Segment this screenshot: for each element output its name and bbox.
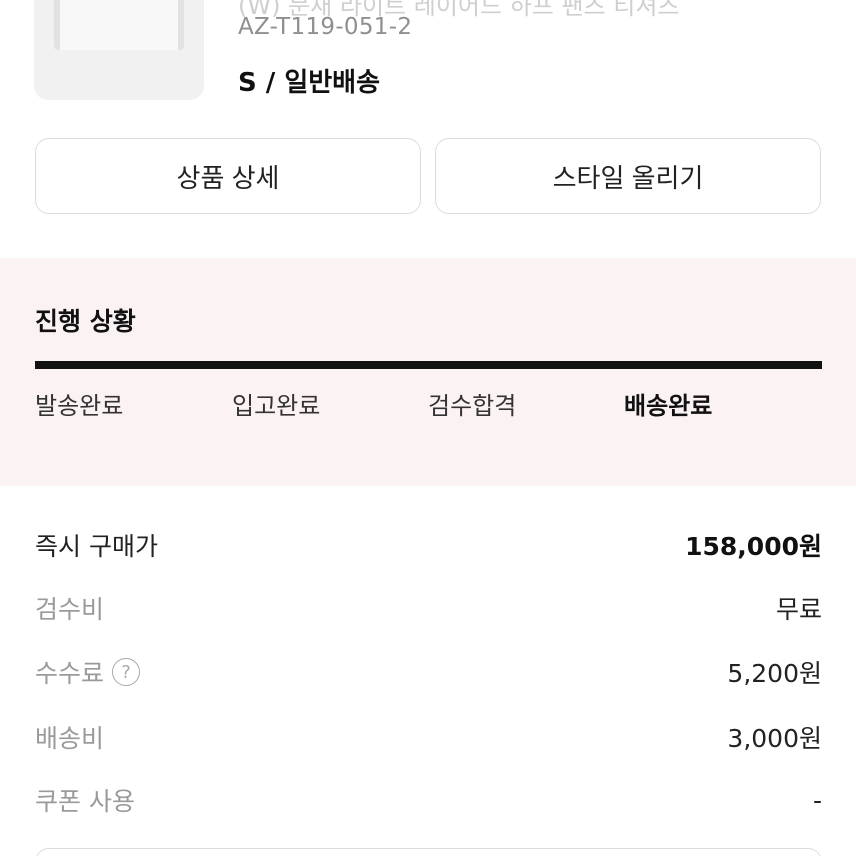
shipping-fee-row: 배송비 3,000원 [35,717,822,757]
step-delivered: 배송완료 [624,392,713,420]
step-inspection-passed: 검수합격 [428,392,517,420]
commission-fee-value: 5,200원 [727,659,822,688]
help-icon[interactable]: ? [112,658,141,686]
shipping-fee-value: 3,000원 [727,724,822,753]
bottom-panel [35,848,822,856]
commission-fee-row: 수수료 ? 5,200원 [35,652,822,692]
product-option: S / 일반배송 [238,68,381,98]
order-detail-page: (W) 문재 라이트 레이어드 하프 팬츠 티셔츠 AZ-T119-051-2 … [0,0,856,856]
progress-bar [35,361,822,369]
instant-buy-price-row: 즉시 구매가 158,000원 [35,525,822,565]
shipping-fee-label: 배송비 [35,724,105,753]
product-code: AZ-T119-051-2 [238,14,413,40]
product-thumbnail[interactable] [34,0,204,100]
step-shipped: 발송완료 [35,392,124,420]
coupon-value: - [812,785,822,815]
coupon-row: 쿠폰 사용 - [35,780,822,820]
upload-style-button[interactable]: 스타일 올리기 [435,138,821,214]
instant-buy-value: 158,000원 [685,532,822,561]
inspection-fee-label: 검수비 [35,595,105,624]
inspection-fee-row: 검수비 무료 [35,588,822,628]
progress-title: 진행 상황 [35,307,136,336]
commission-fee-label: 수수료 [35,659,105,688]
commission-fee-label-group: 수수료 ? [35,654,141,690]
product-detail-button[interactable]: 상품 상세 [35,138,421,214]
progress-section: 진행 상황 발송완료 입고완료 검수합격 배송완료 [0,258,856,486]
product-summary: (W) 문재 라이트 레이어드 하프 팬츠 티셔츠 AZ-T119-051-2 … [0,0,856,130]
progress-bar-fill [35,361,822,369]
inspection-fee-value: 무료 [775,595,822,624]
step-received: 입고완료 [232,392,321,420]
instant-buy-label: 즉시 구매가 [35,532,158,561]
coupon-label: 쿠폰 사용 [35,787,135,816]
product-image [54,0,184,50]
